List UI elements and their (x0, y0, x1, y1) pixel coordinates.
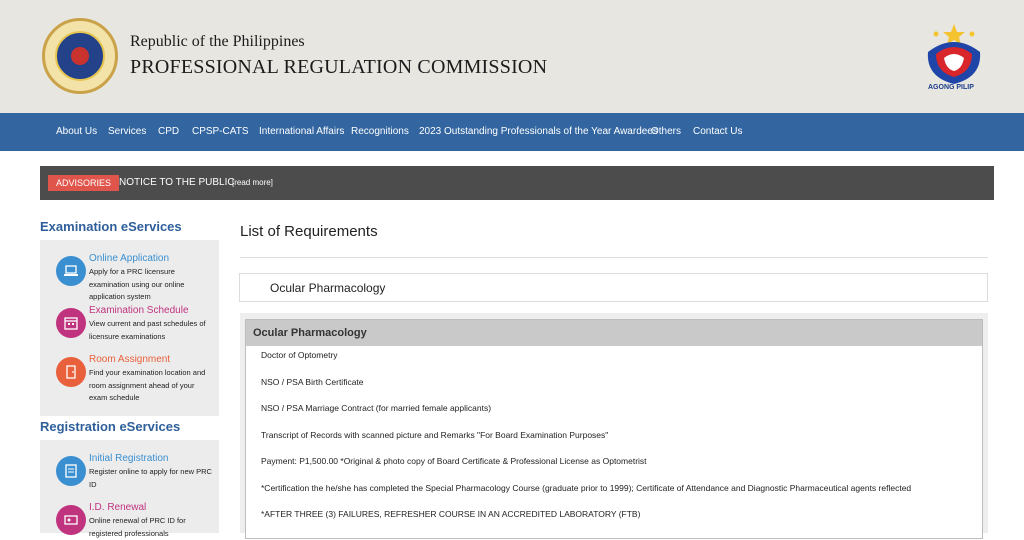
service-description: View current and past schedules of licen… (89, 319, 206, 341)
service-description: Register online to apply for new PRC ID (89, 467, 212, 489)
requirement-item: NSO / PSA Marriage Contract (for married… (261, 403, 492, 413)
door-icon (56, 357, 86, 387)
advisory-bar: ADVISORIES NOTICE TO THE PUBLIC [read mo… (40, 166, 994, 200)
service-title[interactable]: Room Assignment (89, 354, 170, 365)
exam-eservices-box: Online Application Apply for a PRC licen… (40, 240, 219, 416)
nav-outstanding-professionals[interactable]: 2023 Outstanding Professionals of the Ye… (419, 113, 658, 151)
service-description: Online renewal of PRC ID for registered … (89, 516, 186, 538)
site-header: Republic of the Philippines PROFESSIONAL… (0, 0, 1024, 113)
laptop-icon (56, 256, 86, 286)
page-title: List of Requirements (240, 223, 378, 240)
requirements-container: Ocular Pharmacology Doctor of Optometry … (240, 313, 988, 539)
header-title[interactable]: PROFESSIONAL REGULATION COMMISSION (130, 56, 547, 79)
requirements-panel-header: Ocular Pharmacology (246, 320, 982, 346)
nav-international-affairs[interactable]: International Affairs (259, 113, 344, 151)
bagong-pilipinas-text: AGONG PILIP (928, 84, 974, 91)
requirement-item: *AFTER THREE (3) FAILURES, REFRESHER COU… (261, 509, 641, 519)
requirements-panel: Ocular Pharmacology Doctor of Optometry … (245, 319, 983, 539)
id-card-icon (56, 456, 86, 486)
subject-label: Ocular Pharmacology (270, 281, 386, 295)
nav-others[interactable]: Others (651, 113, 681, 151)
requirement-item: Doctor of Optometry (261, 350, 338, 360)
registration-eservices-heading: Registration eServices (40, 419, 181, 434)
advisory-notice[interactable]: NOTICE TO THE PUBLIC (119, 166, 235, 200)
service-description: Find your examination location and room … (89, 368, 206, 402)
seal-core (71, 47, 89, 65)
main-nav: About Us Services CPD CPSP-CATS Internat… (0, 113, 1024, 151)
seal-emblem (55, 31, 105, 81)
calendar-icon (56, 308, 86, 338)
nav-recognitions[interactable]: Recognitions (351, 113, 409, 151)
requirements-panel-title: Ocular Pharmacology (253, 327, 367, 339)
service-title[interactable]: Examination Schedule (89, 305, 189, 316)
service-title[interactable]: Initial Registration (89, 453, 168, 464)
nav-services[interactable]: Services (108, 113, 146, 151)
prc-seal-logo[interactable] (42, 18, 118, 94)
header-republic: Republic of the Philippines (130, 33, 305, 50)
requirement-item: NSO / PSA Birth Certificate (261, 377, 364, 387)
nav-cpd[interactable]: CPD (158, 113, 179, 151)
exam-eservices-heading: Examination eServices (40, 219, 182, 234)
subject-accordion[interactable]: Ocular Pharmacology (239, 273, 988, 302)
nav-cpsp-cats[interactable]: CPSP-CATS (192, 113, 249, 151)
advisory-read-more-link[interactable]: [read more] (232, 166, 273, 200)
requirement-item: Transcript of Records with scanned pictu… (261, 430, 609, 440)
nav-contact-us[interactable]: Contact Us (693, 113, 742, 151)
advisories-badge[interactable]: ADVISORIES (48, 175, 120, 191)
bagong-pilipinas-logo[interactable] (922, 22, 986, 92)
divider (240, 257, 988, 258)
registration-eservices-box: Initial Registration Register online to … (40, 440, 219, 538)
requirement-item: Payment: P1,500.00 *Original & photo cop… (261, 456, 647, 466)
nav-about-us[interactable]: About Us (56, 113, 97, 151)
requirement-item: *Certification the he/she has completed … (261, 483, 912, 493)
service-description: Apply for a PRC licensure examination us… (89, 267, 185, 301)
service-title[interactable]: I.D. Renewal (89, 502, 146, 513)
renew-card-icon (56, 505, 86, 535)
service-title[interactable]: Online Application (89, 253, 169, 264)
